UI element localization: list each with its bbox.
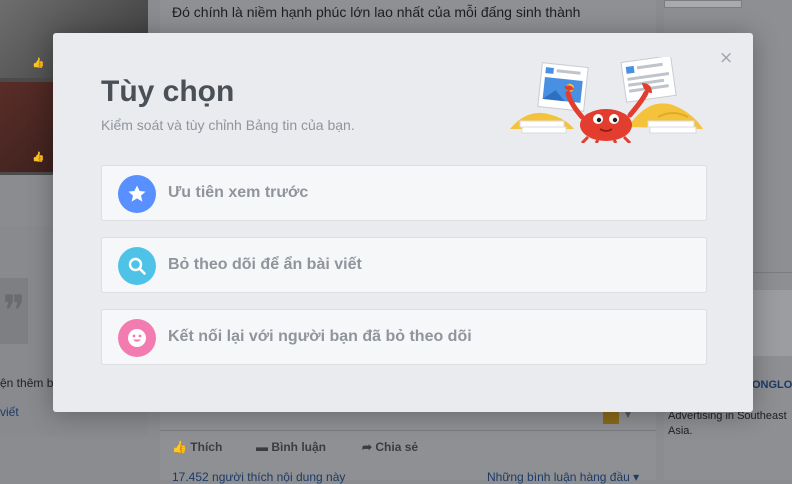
share-button: ➦ Chia sẻ [362,440,419,454]
option-label: Bỏ theo dõi để ẩn bài viết [168,256,362,273]
background-right-box [664,0,742,8]
dialog-title: Tùy chọn [101,75,235,108]
smiley-icon [118,319,156,357]
like-button: 👍 Thích [172,440,223,454]
background-tag [603,410,619,424]
background-ad-image [750,290,792,356]
background-post-text: Đó chính là niềm hạnh phúc lớn lao nhất … [172,4,581,20]
share-label: Chia sẻ [375,440,419,454]
close-button[interactable]: × [719,50,733,67]
comment-button: ▬ Bình luận [256,440,327,454]
like-icon: 👍 [32,58,45,69]
quote-icon: ❞ [0,278,28,344]
option-reconnect[interactable]: Kết nối lại với người bạn đã bỏ theo dõi [101,309,707,365]
option-see-first[interactable]: Ưu tiên xem trước [101,165,707,221]
option-label: Kết nối lại với người bạn đã bỏ theo dõi [168,328,472,345]
background-ad-heading: ONGLO [752,379,792,391]
like-icon: 👍 [32,152,45,163]
likes-count: 17.452 người thích nội dung này [172,470,346,484]
comments-sort: Những bình luận hàng đầu ▾ [487,470,640,484]
star-icon [118,175,156,213]
like-label: Thích [190,440,223,454]
crab-illustration [510,57,703,143]
dialog-subtitle: Kiểm soát và tùy chỉnh Bảng tin của bạn. [101,117,355,133]
search-icon [118,247,156,285]
option-label: Ưu tiên xem trước [168,184,309,201]
background-left-link: viết [0,405,19,419]
option-unfollow[interactable]: Bỏ theo dõi để ẩn bài viết [101,237,707,293]
news-feed-preferences-dialog: × Tùy chọn Kiểm soát và tùy chỉnh Bảng t… [53,33,753,412]
comment-label: Bình luận [271,440,327,454]
background-left-text: ện thêm bạ [0,376,61,390]
